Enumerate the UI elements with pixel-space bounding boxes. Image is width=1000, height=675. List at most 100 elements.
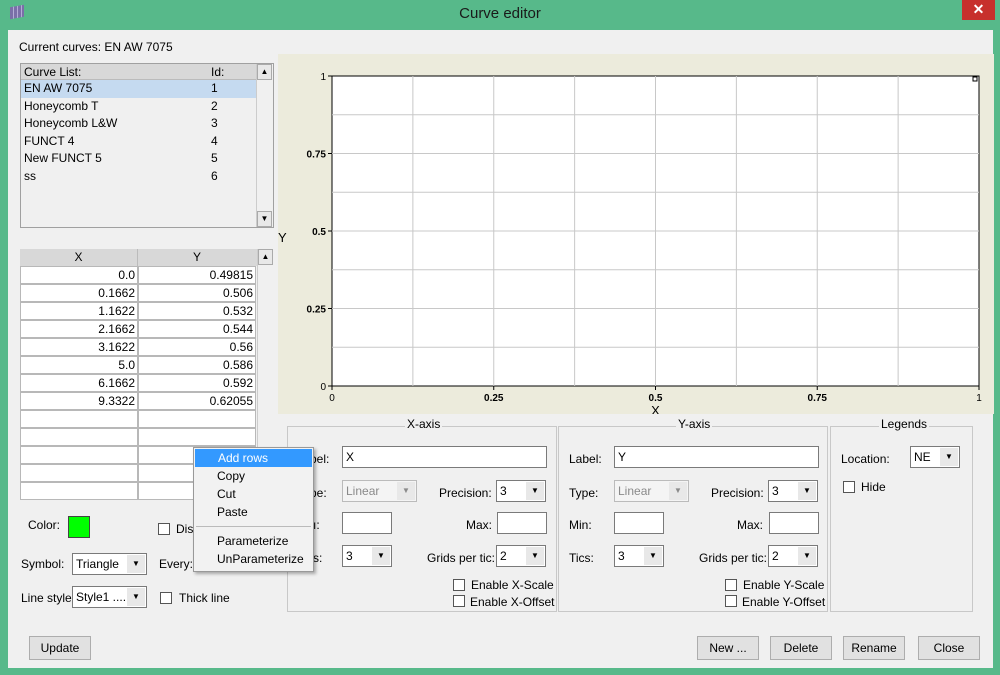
curve-list-item[interactable]: FUNCT 4 4: [21, 133, 256, 151]
color-swatch[interactable]: [68, 516, 90, 538]
y-cell[interactable]: [138, 428, 256, 446]
x-cell[interactable]: 0.1662: [20, 284, 138, 302]
symbol-select[interactable]: Triangle ▼: [72, 553, 147, 575]
x-max-input[interactable]: [497, 512, 547, 534]
curve-list-item[interactable]: Honeycomb L&W 3: [21, 115, 256, 133]
x-cell[interactable]: 1.1622: [20, 302, 138, 320]
close-window-button[interactable]: ✕: [962, 0, 995, 20]
y-cell[interactable]: 0.56: [138, 338, 256, 356]
x-precision-select[interactable]: 3 ▼: [496, 480, 546, 502]
y-cell[interactable]: 0.62055: [138, 392, 256, 410]
y-scale-label: Enable Y-Scale: [743, 578, 825, 592]
x-tick-label: 1: [976, 393, 982, 404]
close-button[interactable]: Close: [918, 636, 980, 660]
y-cell[interactable]: 0.592: [138, 374, 256, 392]
curve-list-item[interactable]: EN AW 7075 1: [21, 80, 256, 98]
curve-name: Honeycomb T: [24, 98, 99, 113]
points-scrollbar[interactable]: ▲: [257, 249, 274, 449]
window-title: Curve editor: [459, 5, 541, 22]
update-button[interactable]: Update: [29, 636, 91, 660]
menu-item-paste[interactable]: Paste: [194, 503, 313, 521]
y-label-input[interactable]: Y: [614, 446, 819, 468]
x-cell[interactable]: [20, 482, 138, 500]
y-precision-select[interactable]: 3 ▼: [768, 480, 818, 502]
current-curves-label: Current curves: EN AW 7075: [19, 40, 173, 54]
x-label-input[interactable]: X: [342, 446, 547, 468]
y-min-input[interactable]: [614, 512, 664, 534]
y-max-input[interactable]: [769, 512, 819, 534]
menu-item-parameterize[interactable]: Parameterize: [194, 532, 313, 550]
y-cell[interactable]: 0.49815: [138, 266, 256, 284]
x-tics-value: 3: [346, 549, 353, 563]
table-row: 3.1622 0.56: [20, 338, 274, 356]
table-row: 6.1662 0.592: [20, 374, 274, 392]
y-cell[interactable]: [138, 410, 256, 428]
x-cell[interactable]: 3.1622: [20, 338, 138, 356]
curve-plot[interactable]: 0 0.25 0.5 0.75 100.250.50.751XY: [278, 54, 994, 414]
y-tics-select[interactable]: 3 ▼: [614, 545, 664, 567]
x-min-input[interactable]: [342, 512, 392, 534]
menu-item-cut[interactable]: Cut: [194, 485, 313, 503]
x-cell[interactable]: 6.1662: [20, 374, 138, 392]
curve-list[interactable]: Curve List: Id: EN AW 7075 1 Honeycomb T 2 Ho…: [20, 63, 274, 228]
chevron-down-icon: ▼: [526, 547, 544, 565]
x-offset-checkbox[interactable]: [453, 595, 465, 607]
curve-id: 6: [211, 168, 218, 183]
y-cell[interactable]: 0.532: [138, 302, 256, 320]
scroll-down-icon[interactable]: ▼: [257, 211, 272, 227]
location-value: NE: [914, 450, 931, 464]
hide-checkbox[interactable]: [843, 481, 855, 493]
rename-button[interactable]: Rename: [843, 636, 905, 660]
x-grids-label: Grids per tic:: [427, 551, 496, 565]
y-grids-select[interactable]: 2 ▼: [768, 545, 818, 567]
x-cell[interactable]: 0.0: [20, 266, 138, 284]
x-cell[interactable]: 2.1662: [20, 320, 138, 338]
x-grids-value: 2: [500, 549, 507, 563]
table-row: 2.1662 0.544: [20, 320, 274, 338]
y-axis-title: Y-axis: [676, 417, 713, 431]
curve-name: FUNCT 4: [24, 133, 75, 148]
menu-item-copy[interactable]: Copy: [194, 467, 313, 485]
x-cell[interactable]: [20, 446, 138, 464]
display-checkbox[interactable]: [158, 523, 170, 535]
x-cell[interactable]: 5.0: [20, 356, 138, 374]
y-cell[interactable]: 0.544: [138, 320, 256, 338]
x-cell[interactable]: [20, 410, 138, 428]
curve-list-scrollbar[interactable]: ▲ ▼: [256, 64, 273, 227]
x-grids-select[interactable]: 2 ▼: [496, 545, 546, 567]
y-precision-label: Precision:: [711, 486, 764, 500]
y-offset-checkbox[interactable]: [725, 595, 737, 607]
curve-list-item[interactable]: ss 6: [21, 168, 256, 186]
x-cell[interactable]: [20, 464, 138, 482]
y-cell[interactable]: 0.506: [138, 284, 256, 302]
x-cell[interactable]: [20, 428, 138, 446]
delete-button[interactable]: Delete: [770, 636, 832, 660]
x-scale-checkbox[interactable]: [453, 579, 465, 591]
curve-list-item[interactable]: Honeycomb T 2: [21, 98, 256, 116]
location-select[interactable]: NE ▼: [910, 446, 960, 468]
col-header-curve[interactable]: Curve List:: [24, 64, 211, 79]
curve-name: EN AW 7075: [24, 81, 93, 95]
line-style-value: Style1 ......: [76, 590, 133, 604]
col-header-y[interactable]: Y: [138, 249, 256, 266]
new-button[interactable]: New ...: [697, 636, 759, 660]
context-menu: Add rows Copy Cut Paste Parameterize UnParame…: [193, 447, 314, 572]
scroll-up-icon[interactable]: ▲: [258, 249, 273, 265]
scroll-up-icon[interactable]: ▲: [257, 64, 272, 80]
menu-item-unparameterize[interactable]: UnParameterize: [194, 550, 313, 568]
col-header-id[interactable]: Id:: [211, 64, 224, 79]
line-style-select[interactable]: Style1 ...... ▼: [72, 586, 147, 608]
y-cell[interactable]: 0.586: [138, 356, 256, 374]
curve-list-item[interactable]: New FUNCT 5 5: [21, 150, 256, 168]
y-scale-checkbox[interactable]: [725, 579, 737, 591]
chevron-down-icon: ▼: [669, 482, 687, 500]
every-label: Every:: [159, 557, 194, 571]
x-type-select[interactable]: Linear ▼: [342, 480, 417, 502]
y-type-select[interactable]: Linear ▼: [614, 480, 689, 502]
col-header-x[interactable]: X: [20, 249, 138, 266]
thick-line-checkbox[interactable]: [160, 592, 172, 604]
menu-item-add-rows[interactable]: Add rows: [195, 449, 312, 467]
x-cell[interactable]: 9.3322: [20, 392, 138, 410]
display-label: Dis: [176, 522, 194, 536]
x-tics-select[interactable]: 3 ▼: [342, 545, 392, 567]
